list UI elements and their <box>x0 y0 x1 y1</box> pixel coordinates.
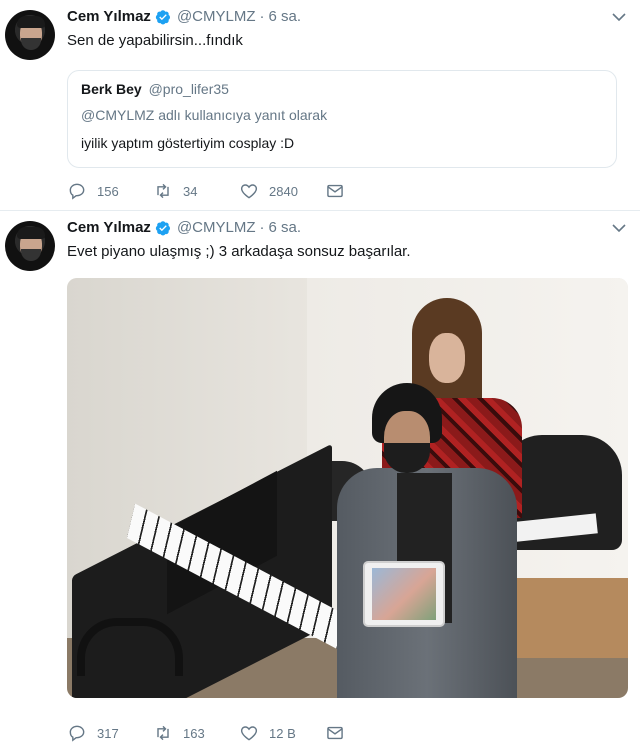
verified-icon <box>155 220 170 235</box>
like-button[interactable]: 12 B <box>239 723 325 743</box>
reply-context: @CMYLMZ adlı kullanıcıya yanıt olarak <box>81 107 328 123</box>
tweet-header: Cem Yılmaz @CMYLMZ · 6 sa. <box>67 8 301 25</box>
separator-dot: · <box>259 8 265 25</box>
tweet-actions: 156 34 2840 <box>67 181 355 201</box>
tweet-actions: 317 163 12 B <box>67 723 355 743</box>
author-name[interactable]: Cem Yılmaz <box>67 219 151 236</box>
avatar[interactable] <box>5 10 55 60</box>
tweet-text: Evet piyano ulaşmış ;) 3 arkadaşa sonsuz… <box>67 243 411 260</box>
quoted-author-handle: @pro_lifer35 <box>148 81 229 97</box>
tweet-header: Cem Yılmaz @CMYLMZ · 6 sa. <box>67 219 301 236</box>
timestamp[interactable]: 6 sa. <box>269 8 302 25</box>
separator-dot: · <box>259 219 265 236</box>
quoted-author: Berk Bey @pro_lifer35 <box>81 81 229 97</box>
author-handle[interactable]: @CMYLMZ <box>177 8 256 25</box>
tweet-photo[interactable] <box>67 278 628 698</box>
photo-person-sitting <box>332 383 522 698</box>
retweet-count: 163 <box>183 725 205 741</box>
quoted-author-name: Berk Bey <box>81 81 142 97</box>
avatar-beard <box>21 38 41 50</box>
author-name[interactable]: Cem Yılmaz <box>67 8 151 25</box>
retweet-icon <box>157 725 169 741</box>
retweet-count: 34 <box>183 183 198 199</box>
tweet[interactable]: Cem Yılmaz @CMYLMZ · 6 sa. Evet piyano u… <box>0 211 640 750</box>
retweet-button[interactable]: 163 <box>153 723 239 743</box>
dm-button[interactable] <box>325 723 355 743</box>
reply-count: 317 <box>97 725 119 741</box>
dm-button[interactable] <box>325 181 355 201</box>
retweet-icon <box>157 183 169 199</box>
photo-tablet <box>363 561 445 627</box>
author-handle[interactable]: @CMYLMZ <box>177 219 256 236</box>
dm-icon <box>327 184 343 198</box>
like-icon <box>240 184 258 199</box>
tweet-text: Sen de yapabilirsin...fındık <box>67 32 243 49</box>
photo-tablet-screen <box>372 568 436 620</box>
quoted-tweet[interactable]: Berk Bey @pro_lifer35 @CMYLMZ adlı kulla… <box>67 70 617 168</box>
reply-count: 156 <box>97 183 119 199</box>
photo-cardboard-box <box>512 578 628 658</box>
like-count: 2840 <box>269 183 298 199</box>
avatar-hair <box>17 16 45 28</box>
photo-person-standing-face <box>429 333 465 383</box>
photo-headphones <box>77 618 183 676</box>
avatar[interactable] <box>5 221 55 271</box>
avatar-beard <box>21 249 41 261</box>
tweet[interactable]: Cem Yılmaz @CMYLMZ · 6 sa. Sen de yapabi… <box>0 0 640 211</box>
like-count: 12 B <box>269 725 296 741</box>
dm-icon <box>327 726 343 740</box>
reply-icon <box>69 725 85 742</box>
reply-icon <box>69 183 85 200</box>
like-button[interactable]: 2840 <box>239 181 325 201</box>
retweet-button[interactable]: 34 <box>153 181 239 201</box>
timestamp[interactable]: 6 sa. <box>269 219 302 236</box>
reply-button[interactable]: 156 <box>67 181 153 201</box>
quoted-text: iyilik yaptım göstertiyim cosplay :D <box>81 135 295 151</box>
avatar-hair <box>17 227 45 239</box>
verified-icon <box>155 9 170 24</box>
reply-button[interactable]: 317 <box>67 723 153 743</box>
like-icon <box>240 726 258 741</box>
chevron-down-icon[interactable] <box>612 223 626 233</box>
chevron-down-icon[interactable] <box>612 12 626 22</box>
